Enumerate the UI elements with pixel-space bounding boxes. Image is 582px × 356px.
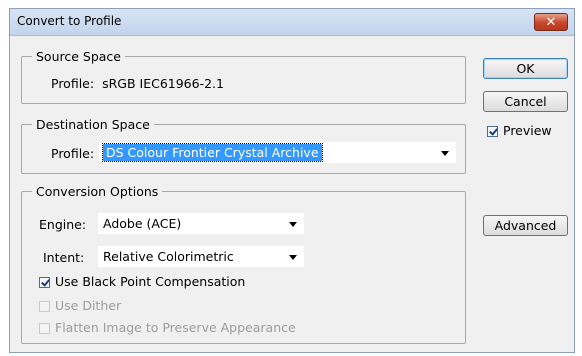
intent-select[interactable]: Relative Colorimetric (98, 246, 304, 267)
source-space-legend: Source Space (36, 49, 121, 64)
conversion-options-legend: Conversion Options (36, 184, 159, 199)
chevron-down-icon (289, 255, 297, 260)
advanced-button[interactable]: Advanced (483, 215, 568, 236)
intent-value: Relative Colorimetric (103, 249, 234, 264)
chevron-down-icon (441, 151, 449, 156)
destination-profile-select[interactable]: DS Colour Frontier Crystal Archive (99, 142, 456, 163)
dialog-title: Convert to Profile (17, 14, 122, 28)
preview-label: Preview (503, 123, 552, 138)
destination-space-legend: Destination Space (36, 117, 150, 132)
ok-button[interactable]: OK (483, 58, 568, 79)
source-profile-label: Profile: (51, 76, 95, 91)
source-profile-row: Profile: sRGB IEC61966-2.1 (51, 76, 224, 91)
black-point-checkbox[interactable] (39, 277, 50, 288)
destination-profile-value: DS Colour Frontier Crystal Archive (102, 143, 323, 162)
flatten-image-label: Flatten Image to Preserve Appearance (55, 320, 296, 335)
use-dither-checkbox[interactable] (39, 301, 50, 312)
convert-to-profile-dialog: Convert to Profile ✕ Source Space Profil… (9, 8, 575, 353)
engine-value: Adobe (ACE) (103, 216, 182, 231)
destination-profile-label: Profile: (51, 146, 95, 161)
black-point-label: Use Black Point Compensation (55, 274, 246, 289)
engine-select[interactable]: Adobe (ACE) (98, 213, 304, 234)
close-button[interactable]: ✕ (534, 13, 568, 31)
source-profile-value: sRGB IEC61966-2.1 (102, 76, 224, 91)
use-dither-label: Use Dither (55, 298, 122, 313)
intent-label: Intent: (43, 250, 85, 265)
preview-checkbox[interactable] (487, 126, 498, 137)
engine-label: Engine: (39, 217, 87, 232)
flatten-image-checkbox[interactable] (39, 323, 50, 334)
title-bar[interactable]: Convert to Profile ✕ (10, 9, 574, 36)
close-icon: ✕ (545, 14, 557, 30)
cancel-button[interactable]: Cancel (483, 91, 568, 112)
chevron-down-icon (289, 222, 297, 227)
